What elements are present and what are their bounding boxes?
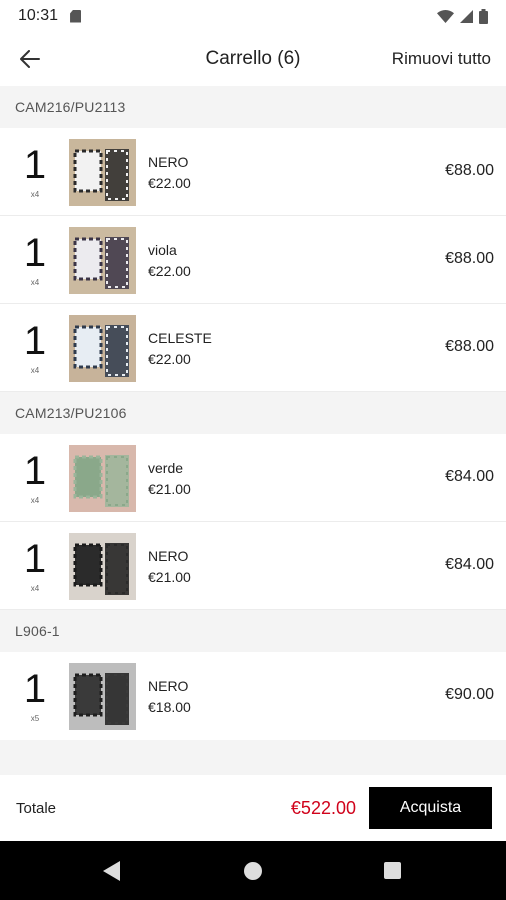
status-icons <box>437 8 488 24</box>
unit-price: €22.00 <box>148 351 191 367</box>
line-total: €84.00 <box>445 556 494 573</box>
sd-card-icon <box>70 9 82 23</box>
back-button[interactable] <box>14 43 46 75</box>
unit-price: €22.00 <box>148 263 191 279</box>
quantity[interactable]: 1 <box>18 448 52 494</box>
variant-name: viola <box>148 242 177 258</box>
arrow-left-icon <box>20 50 40 68</box>
group-header: CAM213/PU2106 <box>0 392 506 434</box>
nav-home-icon[interactable] <box>244 862 262 880</box>
group-header: L906-1 <box>0 610 506 652</box>
status-bar: 10:31 <box>0 0 506 32</box>
pack-size: x4 <box>30 278 40 287</box>
quantity[interactable]: 1 <box>18 536 52 582</box>
product-photo <box>69 663 136 730</box>
pack-size: x4 <box>30 366 40 375</box>
product-photo <box>69 315 136 382</box>
app-bar: Carrello (6) Rimuovi tutto <box>0 32 506 86</box>
checkout-bar: Totale €522.00 Acquista <box>0 775 506 841</box>
remove-all-button[interactable]: Rimuovi tutto <box>392 49 491 69</box>
system-nav-bar <box>0 841 506 900</box>
cart-item[interactable]: 1 x4 viola €22.00 €88.00 <box>0 216 506 304</box>
variant-name: NERO <box>148 678 189 694</box>
buy-button[interactable]: Acquista <box>369 787 492 829</box>
pack-size: x4 <box>30 584 40 593</box>
product-thumbnail[interactable] <box>69 139 136 206</box>
variant-name: CELESTE <box>148 330 212 346</box>
product-thumbnail[interactable] <box>69 227 136 294</box>
cart-list: CAM216/PU2113 1 x4 NERO €22.00 €88.00 1 x4 viola… <box>0 86 506 740</box>
line-total: €88.00 <box>445 338 494 355</box>
quantity[interactable]: 1 <box>18 230 52 276</box>
status-time: 10:31 <box>18 7 59 24</box>
product-thumbnail[interactable] <box>69 445 136 512</box>
variant-name: NERO <box>148 154 189 170</box>
line-total: €84.00 <box>445 468 494 485</box>
pack-size: x4 <box>30 190 40 199</box>
signal-icon <box>460 9 473 23</box>
product-thumbnail[interactable] <box>69 533 136 600</box>
total-value: €522.00 <box>290 797 356 818</box>
line-total: €90.00 <box>445 686 494 703</box>
product-photo <box>69 445 136 512</box>
cart-item[interactable]: 1 x4 verde €21.00 €84.00 <box>0 434 506 522</box>
line-total: €88.00 <box>445 162 494 179</box>
product-photo <box>69 533 136 600</box>
quantity[interactable]: 1 <box>18 666 52 712</box>
product-photo <box>69 139 136 206</box>
line-total: €88.00 <box>445 250 494 267</box>
cart-item[interactable]: 1 x5 NERO €18.00 €90.00 <box>0 652 506 740</box>
unit-price: €21.00 <box>148 569 191 585</box>
unit-price: €21.00 <box>148 481 191 497</box>
product-thumbnail[interactable] <box>69 315 136 382</box>
variant-name: verde <box>148 460 184 476</box>
total-label: Totale <box>16 799 57 817</box>
product-thumbnail[interactable] <box>69 663 136 730</box>
unit-price: €18.00 <box>148 699 191 715</box>
battery-icon <box>479 8 488 24</box>
quantity[interactable]: 1 <box>18 142 52 188</box>
nav-back-icon[interactable] <box>103 861 120 881</box>
unit-price: €22.00 <box>148 175 191 191</box>
cart-item[interactable]: 1 x4 NERO €22.00 €88.00 <box>0 128 506 216</box>
quantity[interactable]: 1 <box>18 318 52 364</box>
cart-item[interactable]: 1 x4 NERO €21.00 €84.00 <box>0 522 506 610</box>
wifi-icon <box>437 9 454 23</box>
cart-item[interactable]: 1 x4 CELESTE €22.00 €88.00 <box>0 304 506 392</box>
pack-size: x5 <box>30 714 40 723</box>
pack-size: x4 <box>30 496 40 505</box>
nav-recents-icon[interactable] <box>384 862 401 879</box>
variant-name: NERO <box>148 548 189 564</box>
group-header: CAM216/PU2113 <box>0 86 506 128</box>
product-photo <box>69 227 136 294</box>
